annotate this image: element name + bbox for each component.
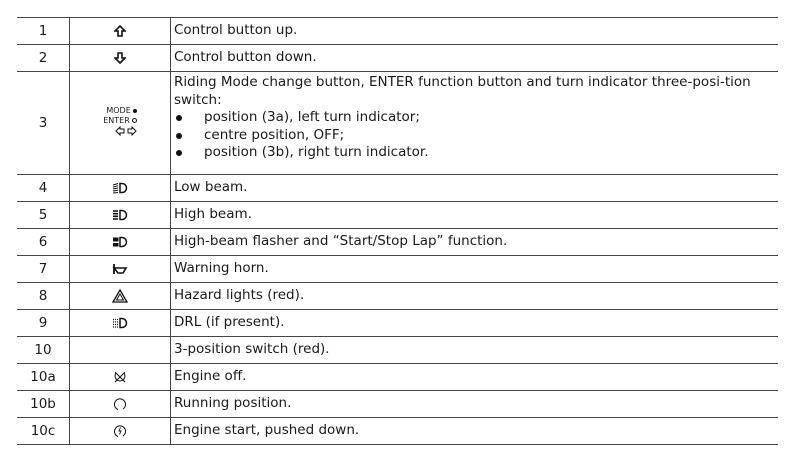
table-row: 9 DRL (if present). — [17, 309, 778, 337]
table-row: 7 Warning horn. — [17, 255, 778, 283]
row-description: Control button up. — [170, 17, 778, 45]
table-row: 4 Low beam. — [17, 174, 778, 202]
mode-enter-turn-switch-icon: MODE ENTER — [103, 106, 137, 139]
row-description: Hazard lights (red). — [170, 282, 778, 310]
hazard-icon — [112, 289, 128, 303]
table-row: 1 Control button up. — [17, 17, 778, 45]
row-number: 5 — [17, 201, 70, 229]
high-beam-icon — [113, 209, 128, 221]
table-row: 5 High beam. — [17, 201, 778, 229]
row-description: 3-position switch (red). — [170, 336, 778, 364]
table-row: 10b Running position. — [17, 390, 778, 418]
row-number: 6 — [17, 228, 70, 256]
row-number: 3 — [17, 71, 70, 175]
row-description: Running position. — [170, 390, 778, 418]
turn-arrows-icon — [115, 125, 137, 137]
controls-table: 1 Control button up. 2 Control button do… — [17, 17, 778, 445]
row-description: Engine start, pushed down. — [170, 417, 778, 445]
row-number: 4 — [17, 174, 70, 202]
bullet-item: position (3b), right turn indicator. — [174, 144, 778, 162]
row-number: 9 — [17, 309, 70, 337]
row-description: High-beam flasher and “Start/Stop Lap” f… — [170, 228, 778, 256]
drl-icon — [113, 317, 128, 329]
table-row: 8 Hazard lights (red). — [17, 282, 778, 310]
row-description: Warning horn. — [170, 255, 778, 283]
arrow-down-icon — [114, 52, 126, 64]
row-number: 10a — [17, 363, 70, 391]
row-number: 7 — [17, 255, 70, 283]
row-description: Engine off. — [170, 363, 778, 391]
table-row: 10a Engine off. — [17, 363, 778, 391]
table-row: 10c Engine start, pushed down. — [17, 417, 778, 445]
row-number: 10c — [17, 417, 70, 445]
running-position-icon — [114, 398, 127, 410]
table-row: 10 3-position switch (red). — [17, 336, 778, 364]
arrow-up-icon — [114, 25, 126, 37]
horn-icon — [112, 264, 128, 274]
high-beam-flasher-icon — [113, 236, 128, 248]
mode-label: MODE — [106, 106, 131, 115]
row-description: High beam. — [170, 201, 778, 229]
row-description: DRL (if present). — [170, 309, 778, 337]
engine-off-icon — [114, 371, 126, 383]
row-description: Low beam. — [170, 174, 778, 202]
row-description: Control button down. — [170, 44, 778, 72]
low-beam-icon — [112, 182, 128, 194]
row-number: 10 — [17, 336, 70, 364]
row-number: 8 — [17, 282, 70, 310]
bullet-item: position (3a), left turn indicator; — [174, 109, 778, 127]
bullet-item: centre position, OFF; — [174, 127, 778, 145]
bullet-list: position (3a), left turn indicator; cent… — [174, 109, 778, 162]
enter-label: ENTER — [103, 116, 130, 125]
table-row: 3 MODE ENTER Riding Mode change button, … — [17, 71, 778, 175]
row-description: Riding Mode change button, ENTER functio… — [174, 74, 751, 108]
engine-start-icon — [114, 425, 127, 437]
row-number: 10b — [17, 390, 70, 418]
table-row: 6 High-beam flasher and “Start/Stop Lap”… — [17, 228, 778, 256]
empty-icon-cell — [69, 336, 171, 364]
row-number: 1 — [17, 17, 70, 45]
row-number: 2 — [17, 44, 70, 72]
table-row: 2 Control button down. — [17, 44, 778, 72]
